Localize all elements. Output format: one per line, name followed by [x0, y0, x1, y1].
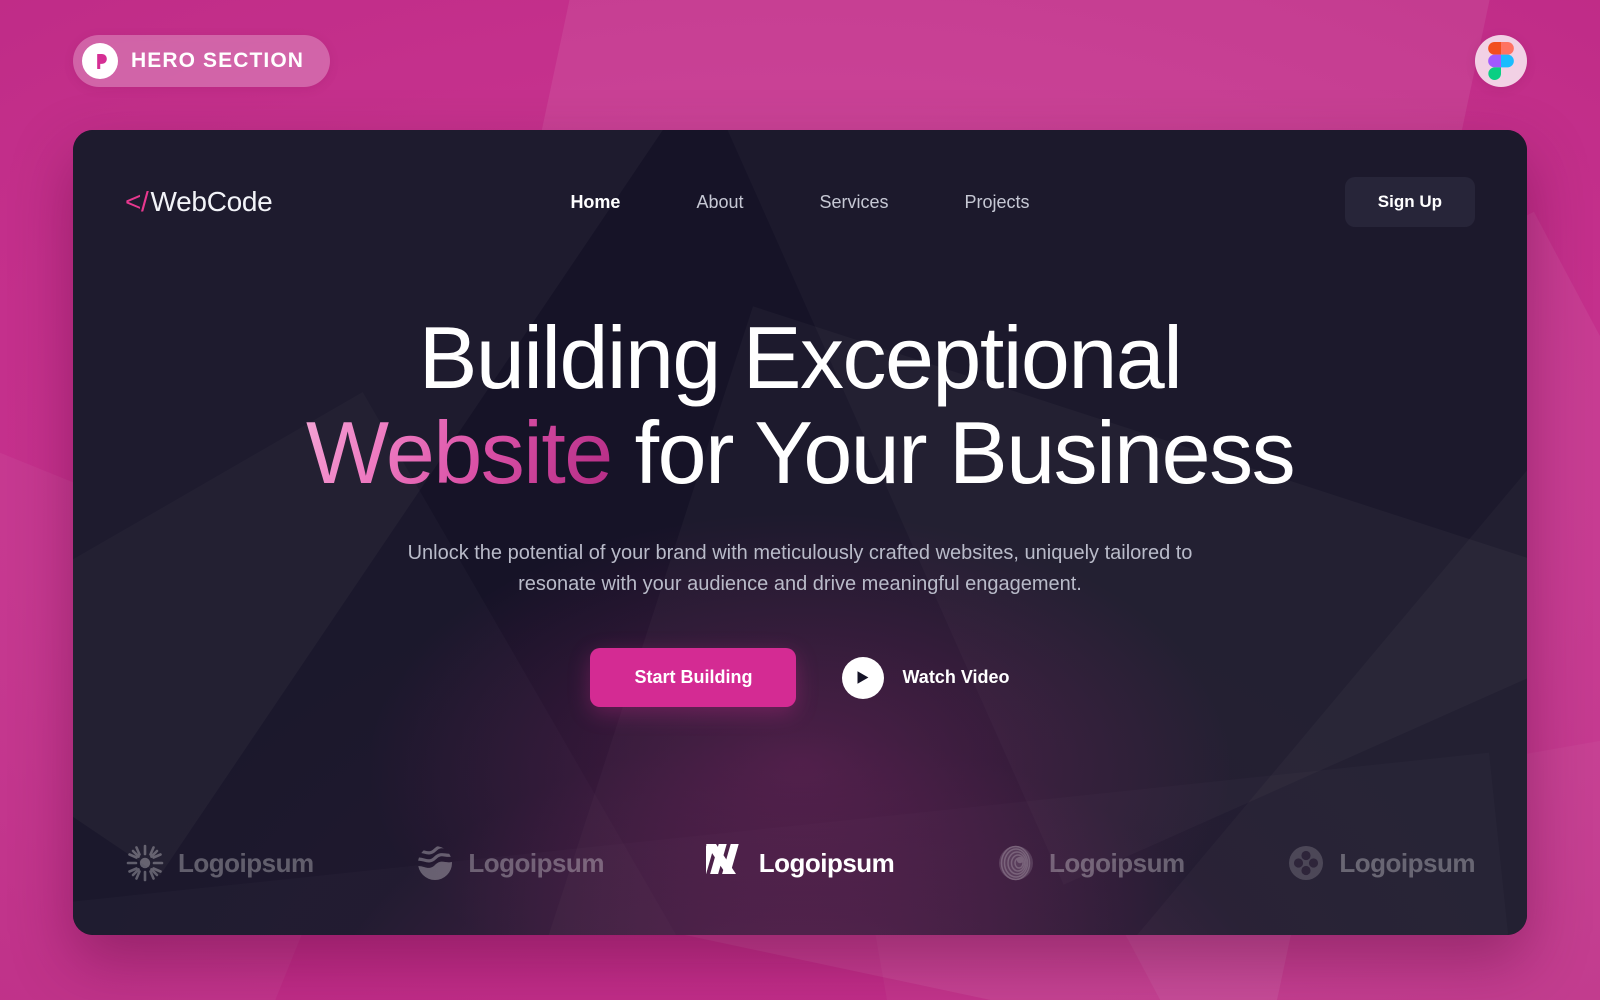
spiral-circle-icon	[996, 843, 1036, 883]
play-icon[interactable]	[842, 656, 885, 699]
sign-up-button[interactable]: Sign Up	[1344, 177, 1475, 227]
client-logo-name: Logoipsum	[468, 847, 604, 878]
pitch-p-icon	[82, 43, 118, 79]
client-logo-name: Logoipsum	[1339, 847, 1475, 878]
client-logo-name: Logoipsum	[178, 847, 314, 878]
hero-actions: Start Building Watch Video	[590, 648, 1010, 708]
client-logo-item: Logoipsum	[125, 843, 314, 883]
nav-link-services[interactable]: Services	[782, 192, 927, 213]
code-slash-icon: </	[125, 186, 149, 217]
client-logo-strip: Logoipsum Logoipsum Logoipsum Logoipsum …	[125, 843, 1475, 883]
client-logo-item: Logoipsum	[996, 843, 1185, 883]
hero-title-accent-word: Website	[305, 403, 613, 503]
client-logo-item: Logoipsum	[1286, 843, 1475, 883]
hero-title-line-1: Building Exceptional	[418, 308, 1183, 407]
watch-video-label: Watch Video	[902, 667, 1010, 688]
watch-video-button[interactable]: Watch Video	[842, 656, 1010, 699]
hero-title: Building Exceptional Website for Your Bu…	[305, 308, 1296, 503]
brand-name: WebCode	[150, 186, 273, 217]
site-navigation: </ WebCode Home About Services Projects …	[73, 174, 1527, 230]
start-building-button[interactable]: Start Building	[590, 648, 797, 708]
hero-subtitle-line-2: resonate with your audience and drive me…	[518, 573, 1082, 596]
hero-subtitle-line-1: Unlock the potential of your brand with …	[407, 542, 1193, 565]
hero-section-badge-label: HERO SECTION	[131, 49, 305, 72]
nav-link-home[interactable]: Home	[532, 192, 658, 213]
client-logo-item: Logoipsum	[415, 843, 604, 883]
hero-subtitle: Unlock the potential of your brand with …	[408, 538, 1193, 600]
client-logo-name: Logoipsum	[1049, 847, 1185, 878]
figma-logo-icon	[1475, 35, 1527, 87]
clover-circle-icon	[1286, 843, 1326, 883]
hero-section-badge: HERO SECTION	[73, 35, 331, 87]
hero-title-line-2-rest: for Your Business	[611, 403, 1296, 503]
wave-circle-icon	[415, 843, 455, 883]
nav-link-projects[interactable]: Projects	[927, 192, 1068, 213]
client-logo-name: Logoipsum	[758, 847, 895, 878]
brand-logo[interactable]: </ WebCode	[125, 186, 273, 218]
zigzag-bars-icon	[697, 843, 746, 883]
nav-link-about[interactable]: About	[658, 192, 781, 213]
client-logo-item: Logoipsum	[697, 843, 895, 883]
nav-links: Home About Services Projects	[532, 192, 1067, 213]
sunburst-icon	[125, 843, 165, 883]
hero-content: Building Exceptional Website for Your Bu…	[73, 308, 1527, 708]
hero-card: </ WebCode Home About Services Projects …	[73, 130, 1527, 935]
